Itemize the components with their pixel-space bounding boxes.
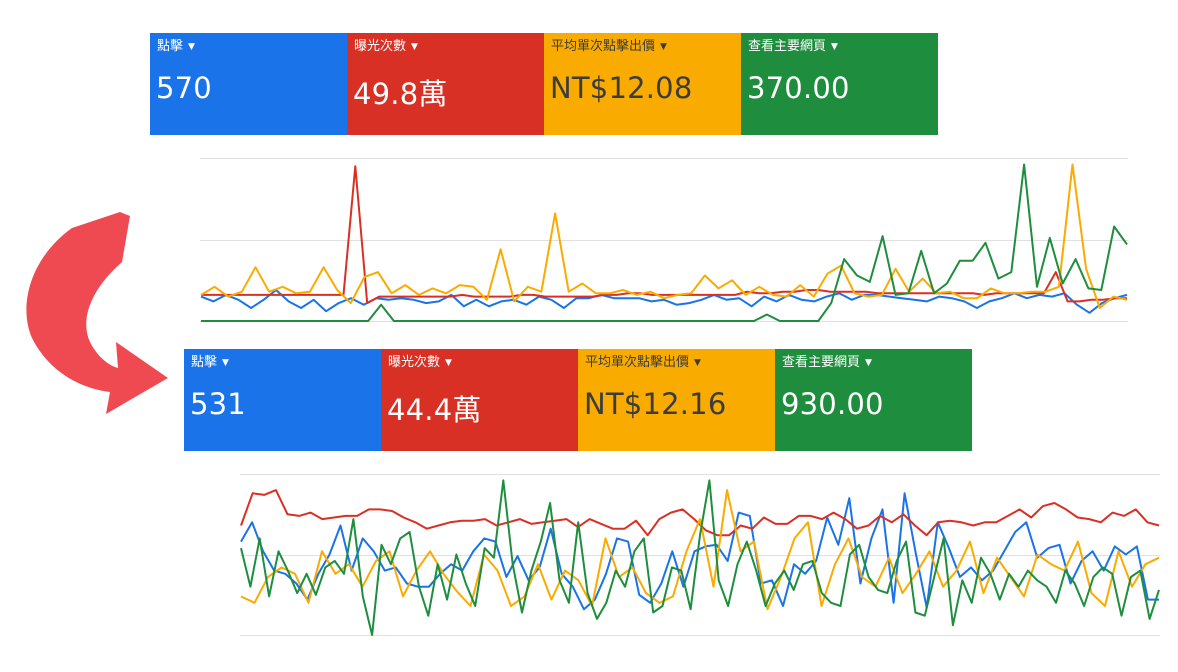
line-chart-after (240, 474, 1160, 636)
kpi-card-clicks[interactable]: 點擊 ▼ 531 (184, 349, 381, 451)
dropdown-caret-icon[interactable]: ▼ (222, 358, 229, 368)
kpi-value: 49.8萬 (353, 77, 448, 111)
kpi-value: 531 (190, 387, 246, 421)
dropdown-caret-icon[interactable]: ▼ (411, 42, 418, 52)
kpi-value: 570 (156, 71, 212, 105)
kpi-label: 查看主要網頁 (782, 355, 861, 370)
kpi-value: 44.4萬 (387, 393, 482, 427)
kpi-card-avg-cpc[interactable]: 平均單次點擊出價 ▼ NT$12.08 (544, 33, 741, 135)
kpi-label: 點擊 (191, 355, 218, 370)
kpi-label: 查看主要網頁 (748, 39, 827, 54)
kpi-card-impressions[interactable]: 曝光次數 ▼ 44.4萬 (381, 349, 578, 451)
dropdown-caret-icon[interactable]: ▼ (188, 42, 195, 52)
series-line-orange (200, 163, 1128, 309)
series-line-red (240, 489, 1160, 537)
kpi-card-page-views[interactable]: 查看主要網頁 ▼ 930.00 (775, 349, 972, 451)
kpi-card-clicks[interactable]: 點擊 ▼ 570 (150, 33, 347, 135)
kpi-card-avg-cpc[interactable]: 平均單次點擊出價 ▼ NT$12.16 (578, 349, 775, 451)
kpi-label: 曝光次數 (354, 39, 407, 54)
kpi-label: 曝光次數 (388, 355, 441, 370)
kpi-label: 點擊 (157, 39, 184, 54)
dropdown-caret-icon[interactable]: ▼ (831, 42, 838, 52)
dropdown-caret-icon[interactable]: ▼ (694, 358, 701, 368)
series-line-red (201, 165, 1127, 305)
kpi-row-after: 點擊 ▼ 531 曝光次數 ▼ 44.4萬 平均單次點擊出價 ▼ NT$12.16 查… (184, 349, 972, 451)
dropdown-caret-icon[interactable]: ▼ (445, 358, 452, 368)
curved-arrow-icon (26, 212, 168, 414)
kpi-value: NT$12.08 (550, 71, 693, 105)
kpi-card-impressions[interactable]: 曝光次數 ▼ 49.8萬 (347, 33, 544, 135)
kpi-label: 平均單次點擊出價 (551, 39, 656, 54)
kpi-label: 平均單次點擊出價 (585, 355, 690, 370)
dropdown-caret-icon[interactable]: ▼ (865, 358, 872, 368)
kpi-value: NT$12.16 (584, 387, 727, 421)
kpi-row-before: 點擊 ▼ 570 曝光次數 ▼ 49.8萬 平均單次點擊出價 ▼ NT$12.08 查… (150, 33, 938, 135)
kpi-value: 370.00 (747, 71, 850, 105)
dropdown-caret-icon[interactable]: ▼ (660, 42, 667, 52)
curved-arrow-shape (26, 212, 168, 414)
line-chart-before (200, 158, 1128, 322)
kpi-card-page-views[interactable]: 查看主要網頁 ▼ 370.00 (741, 33, 938, 135)
kpi-value: 930.00 (781, 387, 884, 421)
series-line-green (240, 479, 1160, 636)
